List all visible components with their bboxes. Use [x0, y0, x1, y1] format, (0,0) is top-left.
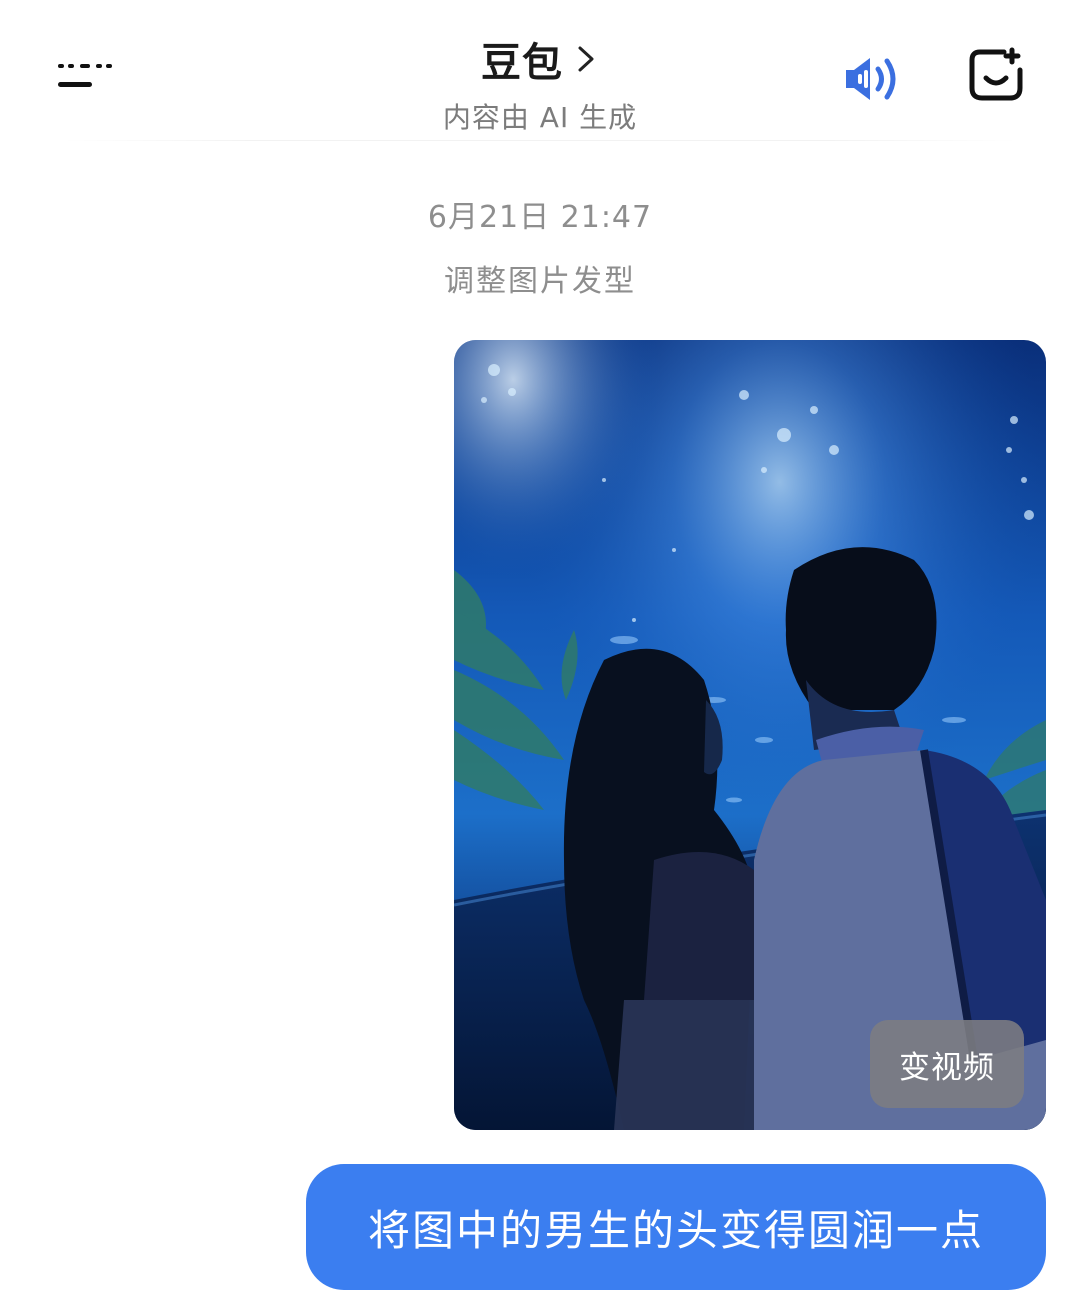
message-timestamp: 6月21日 21:47 [427, 200, 653, 235]
bot-profile-link[interactable]: 豆包 [481, 30, 599, 88]
new-chat-icon [969, 47, 1023, 101]
user-message-bubble: 将图中的男生的头变得圆润一点 [306, 1164, 1046, 1290]
image-caption: 调整图片发型 [444, 264, 636, 299]
chevron-right-icon [578, 46, 594, 72]
speaker-icon [846, 58, 896, 100]
voice-call-button[interactable] [840, 48, 912, 108]
convert-to-video-button[interactable]: 变视频 [870, 1020, 1024, 1108]
aquarium-couple-image [454, 340, 1046, 1130]
chat-screen: 豆包 内容由 AI 生成 6月21日 21:47 调整图片发型 变视频 将图中的… [0, 0, 1080, 1316]
chat-title-area: 豆包 内容由 AI 生成 [0, 30, 1080, 136]
page-title: 豆包 [481, 40, 563, 86]
header-divider [60, 140, 1020, 141]
new-chat-button[interactable] [964, 44, 1030, 106]
generated-image[interactable]: 变视频 [454, 340, 1046, 1130]
ai-disclaimer: 内容由 AI 生成 [442, 101, 638, 134]
